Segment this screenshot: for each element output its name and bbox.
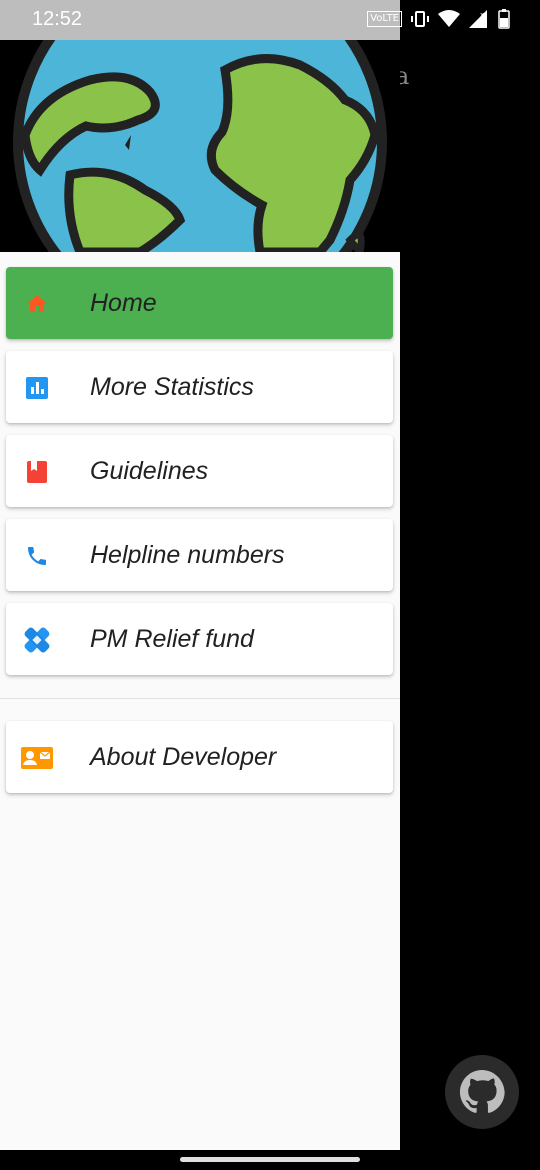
battery-icon xyxy=(498,9,510,29)
volte-badge: VoLTE xyxy=(367,11,402,27)
github-icon xyxy=(459,1069,505,1113)
status-bar: 12:52 VoLTE x xyxy=(0,0,540,40)
drawer-header xyxy=(0,40,400,252)
drawer-item-about-developer[interactable]: About Developer xyxy=(6,721,393,793)
contact-card-icon xyxy=(21,745,53,771)
home-indicator[interactable] xyxy=(180,1157,360,1162)
github-button[interactable] xyxy=(445,1055,519,1129)
drawer-item-label: About Developer xyxy=(90,743,277,771)
drawer-item-home[interactable]: Home xyxy=(6,267,393,339)
phone-icon xyxy=(24,543,50,569)
navigation-drawer: Home More Statistics Guidelines Helpline… xyxy=(0,40,400,1150)
svg-text:x: x xyxy=(480,11,484,19)
drawer-item-helpline-numbers[interactable]: Helpline numbers xyxy=(6,519,393,591)
drawer-item-pm-relief-fund[interactable]: PM Relief fund xyxy=(6,603,393,675)
globe-logo xyxy=(13,40,387,252)
drawer-item-label: Helpline numbers xyxy=(90,541,285,569)
signal-icon: x xyxy=(469,10,487,28)
status-icons: VoLTE x xyxy=(367,9,510,29)
drawer-item-label: PM Relief fund xyxy=(90,625,254,653)
bar-chart-icon xyxy=(24,375,50,401)
home-icon xyxy=(24,291,50,317)
status-time: 12:52 xyxy=(32,8,83,30)
drawer-item-label: Home xyxy=(90,289,157,317)
drawer-item-more-statistics[interactable]: More Statistics xyxy=(6,351,393,423)
drawer-item-guidelines[interactable]: Guidelines xyxy=(6,435,393,507)
vibrate-icon xyxy=(411,11,429,27)
drawer-item-label: Guidelines xyxy=(90,457,209,485)
bandage-icon xyxy=(24,627,50,653)
drawer-divider xyxy=(0,698,400,699)
book-icon xyxy=(24,459,50,485)
wifi-icon xyxy=(438,10,460,27)
drawer-item-label: More Statistics xyxy=(90,373,254,401)
